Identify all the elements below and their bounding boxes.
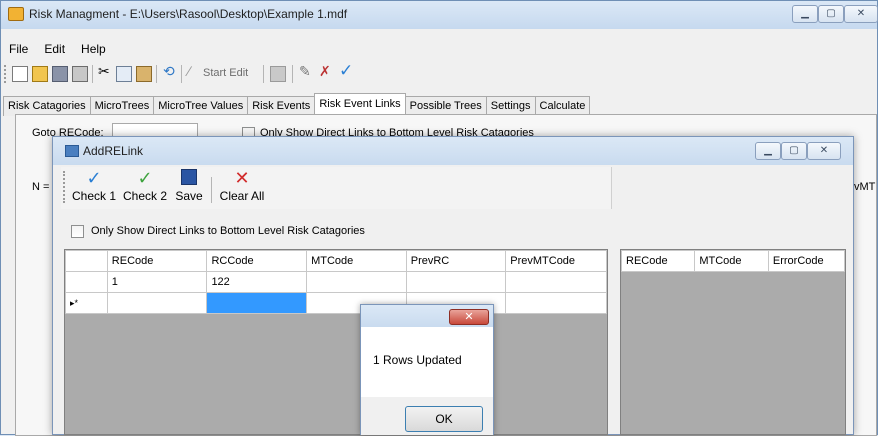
save-icon [173, 169, 205, 189]
toolbar-separator [156, 65, 157, 83]
new-table-row[interactable]: ▸* [65, 292, 607, 314]
dialog-toolbar: ✓ Check 1 ✓ Check 2 Save ✕ Clear All [61, 167, 611, 209]
delete-link-icon[interactable]: ✗ [319, 63, 331, 80]
col-recode[interactable]: RECode [106, 250, 208, 272]
menu-file[interactable]: File [1, 39, 36, 59]
col-errorcode[interactable]: ErrorCode [767, 250, 846, 272]
link-grid[interactable]: RECode RCCode MTCode PrevRC PrevMTCode 1… [64, 249, 608, 435]
tab-microtrees[interactable]: MicroTrees [89, 96, 155, 116]
check-icon: ✓ [86, 168, 102, 188]
col-mtcode[interactable]: MTCode [306, 250, 407, 272]
save-button[interactable]: Save [173, 169, 205, 203]
check1-label: Check 1 [71, 189, 117, 203]
check1-button[interactable]: ✓ Check 1 [71, 169, 117, 203]
ok-button[interactable]: OK [405, 406, 483, 432]
tab-calculate[interactable]: Calculate [534, 96, 591, 116]
clear-x-icon: ✕ [234, 168, 250, 188]
close-button[interactable]: ✕ [844, 5, 878, 23]
clear-all-button[interactable]: ✕ Clear All [217, 169, 267, 203]
tab-microtree-values[interactable]: MicroTree Values [153, 96, 249, 116]
cell-prevmtcode[interactable] [505, 271, 607, 293]
error-grid[interactable]: RECode MTCode ErrorCode [620, 249, 846, 435]
toolbar-right-edge [611, 167, 612, 209]
check2-button[interactable]: ✓ Check 2 [121, 169, 169, 203]
dialog-title: AddRELink [83, 144, 144, 158]
row-header[interactable] [65, 271, 108, 293]
toolbar-grip [4, 65, 6, 83]
col-prevmtcode[interactable]: PrevMTCode [505, 250, 607, 272]
grid-header-row: RECode MTCode ErrorCode [620, 250, 846, 272]
save-label: Save [175, 189, 203, 203]
print-icon[interactable] [72, 66, 88, 82]
cell-prevrc[interactable] [405, 271, 507, 293]
toolbar-separator [263, 65, 264, 83]
start-edit-button[interactable]: Start Edit [203, 67, 248, 79]
cell-mtcode[interactable] [306, 271, 407, 293]
main-toolbar: ✂ ⟲ ∕ Start Edit ✎ ✗ ✓ [1, 61, 877, 87]
toolbar-grip [63, 171, 65, 203]
table-row[interactable]: 1 122 [65, 271, 607, 293]
toolbar-separator [211, 177, 212, 203]
menu-bar: File Edit Help [1, 39, 877, 59]
message-text: 1 Rows Updated [373, 353, 462, 367]
col-mtcode[interactable]: MTCode [694, 250, 769, 272]
check2-label: Check 2 [122, 189, 168, 203]
dialog-close-button[interactable]: ✕ [807, 142, 841, 160]
toolbar-separator [181, 65, 182, 83]
tab-risk-event-links[interactable]: Risk Event Links [314, 93, 406, 116]
check-icon[interactable]: ✓ [339, 61, 353, 81]
toolbar-separator [292, 65, 293, 83]
dialog-only-show-label: Only Show Direct Links to Bottom Level R… [91, 225, 365, 237]
cell-recode[interactable]: 1 [106, 271, 208, 293]
copy-icon[interactable] [116, 66, 132, 82]
n-label: N = [32, 181, 50, 193]
message-box-close-button[interactable]: ✕ [449, 309, 489, 325]
cut-icon[interactable]: ✂ [98, 63, 110, 80]
save-icon[interactable] [52, 66, 68, 82]
prevmt-column-fragment: vMT [854, 181, 876, 193]
menu-edit[interactable]: Edit [36, 39, 73, 59]
new-file-icon[interactable] [12, 66, 28, 82]
new-cell-recode[interactable] [106, 292, 208, 314]
app-icon [8, 7, 24, 21]
edit-link-icon[interactable]: ✎ [299, 63, 311, 80]
col-rccode[interactable]: RCCode [206, 250, 308, 272]
grid-header-row: RECode RCCode MTCode PrevRC PrevMTCode [65, 250, 607, 272]
clear-all-label: Clear All [219, 189, 265, 203]
pencil-icon[interactable]: ∕ [188, 63, 190, 79]
message-box: ✕ 1 Rows Updated OK [360, 304, 494, 435]
maximize-button[interactable]: ▢ [818, 5, 844, 23]
check-green-icon: ✓ [137, 168, 153, 188]
new-cell-prevmtcode[interactable] [505, 292, 607, 314]
dialog-maximize-button[interactable]: ▢ [781, 142, 807, 160]
window-title: Risk Managment - E:\Users\Rasool\Desktop… [29, 7, 348, 21]
toolbar-separator [92, 65, 93, 83]
dialog-minimize-button[interactable]: ▁ [755, 142, 781, 160]
open-folder-icon[interactable] [32, 66, 48, 82]
dialog-form-icon [65, 145, 79, 157]
cell-rccode[interactable]: 122 [206, 271, 308, 293]
refresh-icon[interactable]: ⟲ [163, 63, 175, 80]
new-row-marker: ▸* [65, 292, 108, 314]
col-recode[interactable]: RECode [620, 250, 696, 272]
menu-help[interactable]: Help [73, 39, 114, 59]
minimize-button[interactable]: ▁ [792, 5, 818, 23]
paste-icon[interactable] [136, 66, 152, 82]
tab-settings[interactable]: Settings [485, 96, 536, 116]
tab-risk-events[interactable]: Risk Events [247, 96, 316, 116]
dialog-title-bar: AddRELink ▁ ▢ ✕ [53, 137, 853, 165]
link-table: RECode RCCode MTCode PrevRC PrevMTCode 1… [65, 250, 607, 314]
error-table: RECode MTCode ErrorCode [620, 250, 846, 272]
title-bar: Risk Managment - E:\Users\Rasool\Desktop… [1, 1, 878, 29]
tab-strip: Risk Catagories MicroTrees MicroTree Value… [1, 93, 877, 116]
tab-risk-catagories[interactable]: Risk Catagories [3, 96, 91, 116]
col-prevrc[interactable]: PrevRC [405, 250, 507, 272]
dialog-only-show-checkbox[interactable] [71, 225, 84, 238]
grid-icon[interactable] [270, 66, 286, 82]
message-box-title-bar: ✕ [361, 305, 493, 327]
new-cell-rccode-selected[interactable] [206, 292, 308, 314]
tab-possible-trees[interactable]: Possible Trees [404, 96, 487, 116]
row-header-corner [65, 250, 108, 272]
